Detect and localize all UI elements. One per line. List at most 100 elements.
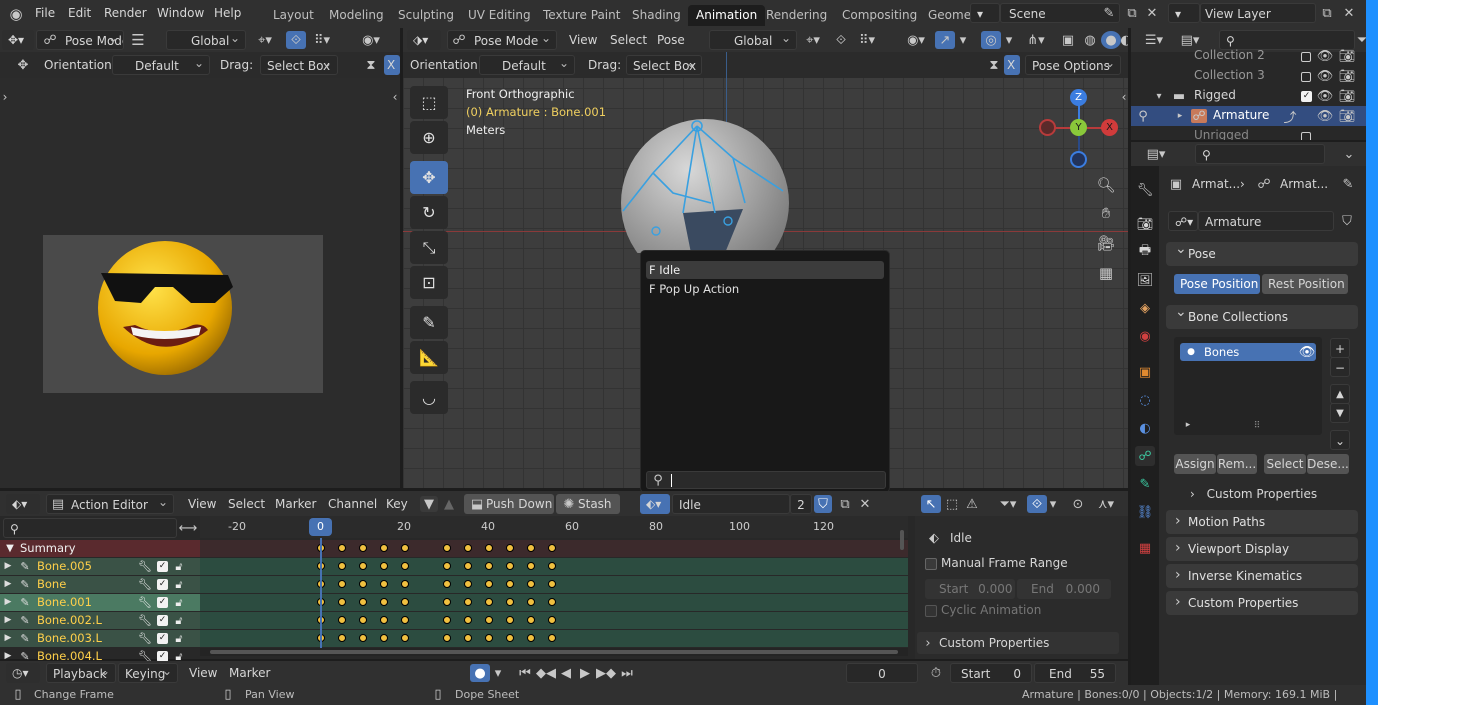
channel-search-field[interactable]: ⚲	[3, 518, 177, 538]
relax-tool[interactable]: ◡	[410, 381, 448, 414]
keyframe[interactable]	[548, 616, 556, 624]
eye-icon[interactable]: 👁︎	[1317, 88, 1334, 104]
play-reverse-icon[interactable]: ◀	[557, 664, 575, 682]
channel-expand-icon[interactable]: ▶	[3, 558, 13, 575]
summary-channel[interactable]: Summary	[0, 540, 200, 557]
xray-toggle-icon[interactable]: ▣	[1059, 32, 1077, 48]
keyframe[interactable]	[401, 580, 409, 588]
pivot-point-icon[interactable]: ⌖▾	[254, 32, 276, 48]
pose-options-dropdown[interactable]: Pose Options	[1025, 55, 1121, 75]
deselect-button[interactable]: Dese...	[1307, 454, 1349, 474]
workspace-tab-modeling[interactable]: Modeling	[321, 5, 392, 26]
include-checkbox[interactable]: ✓	[1301, 91, 1312, 102]
keyframe[interactable]	[443, 562, 451, 570]
exclude-checkbox[interactable]	[1301, 52, 1311, 62]
workspace-tab-animation[interactable]: Animation	[688, 5, 766, 26]
keyframe[interactable]	[401, 562, 409, 570]
main-visibility-icon[interactable]: ◉▾	[901, 32, 931, 48]
play-icon[interactable]: ▶	[576, 664, 594, 682]
hamburger-menu-icon[interactable]: ☰	[130, 31, 146, 49]
custom-properties-subpanel[interactable]: › Custom Properties	[1190, 487, 1317, 501]
keyframe[interactable]	[359, 616, 367, 624]
add-bone-collection-button[interactable]: +	[1330, 338, 1350, 358]
remove-bone-collection-button[interactable]: −	[1330, 357, 1350, 377]
zoom-icon[interactable]: 🔍︎	[1095, 174, 1117, 196]
action-name-field[interactable]: Idle	[672, 494, 790, 514]
main-pivot-point-icon[interactable]: ⌖▾	[801, 32, 825, 48]
armature-data-tab-icon[interactable]: ☍	[1135, 446, 1155, 466]
new-scene-icon[interactable]: ⧉	[1123, 4, 1141, 22]
frame-end-field[interactable]: End 0.000	[1017, 579, 1111, 599]
cyclic-animation-checkbox[interactable]	[925, 605, 937, 617]
menu-render[interactable]: Render	[104, 3, 147, 23]
pin-icon[interactable]: ✎	[1100, 4, 1118, 22]
jump-next-keyframe-icon[interactable]: ▶◆	[596, 664, 616, 682]
view-layer-tab-icon[interactable]: 🖼︎	[1135, 270, 1155, 290]
keyframe[interactable]	[359, 580, 367, 588]
scale-tool[interactable]: ⤡	[410, 231, 448, 264]
keyframe[interactable]	[485, 634, 493, 642]
timeline-ruler[interactable]	[200, 516, 908, 538]
workspace-tab-uv-editing[interactable]: UV Editing	[460, 5, 539, 26]
camera-view-icon[interactable]: 🎥︎	[1095, 232, 1117, 254]
left-viewport[interactable]: ✥▾ Pose Mode ☍ ☰ Global ⌖▾ ⟐ ⠿▾ ◉▾ ✥ Ori…	[0, 28, 400, 488]
gizmo-dropdown-icon[interactable]: ▾	[957, 32, 969, 48]
channel-expand-icon[interactable]: ▶	[3, 576, 13, 593]
gizmo-neg-x-button[interactable]	[1039, 119, 1056, 136]
camera-icon[interactable]: 📷︎	[1339, 88, 1356, 104]
channel-expand-icon[interactable]: ▶	[3, 594, 13, 611]
keyframe[interactable]	[506, 616, 514, 624]
pose-position-button[interactable]: Pose Position	[1174, 274, 1260, 294]
rest-position-button[interactable]: Rest Position	[1262, 274, 1348, 294]
material-shading-icon[interactable]: ◐	[1120, 32, 1128, 48]
jump-start-icon[interactable]: ⏮	[515, 664, 535, 682]
snap-toggle-icon[interactable]: ⟐	[286, 31, 306, 49]
keyframe[interactable]	[506, 562, 514, 570]
filter-icon[interactable]: ⏷▾	[993, 495, 1023, 513]
outliner-row-rigged[interactable]: ▾ ▬ Rigged ✓ 👁︎ 📷︎	[1131, 86, 1366, 106]
proportional-edit-icon[interactable]: ⊙	[1069, 495, 1087, 513]
rotate-tool[interactable]: ↻	[410, 196, 448, 229]
channel-row[interactable]: ▶ ✎ Bone.005 🔧︎ ✓ 🔓︎	[0, 558, 200, 575]
armature-data-browse[interactable]: ☍▾	[1168, 211, 1198, 231]
keyframe[interactable]	[359, 634, 367, 642]
new-view-layer-icon[interactable]: ⧉	[1318, 4, 1336, 22]
timeline-menu-view[interactable]: View	[189, 663, 217, 683]
keyframe[interactable]	[506, 544, 514, 552]
hscroll-thumb[interactable]	[210, 650, 898, 654]
camera-icon[interactable]: 📷︎	[1339, 68, 1356, 84]
blender-logo-icon[interactable]: ◉	[6, 4, 26, 24]
manual-frame-range-checkbox[interactable]	[925, 558, 937, 570]
keyframe[interactable]	[401, 598, 409, 606]
main-menu-pose[interactable]: Pose	[657, 30, 685, 50]
keyframe[interactable]	[380, 580, 388, 588]
channel-mute-checkbox[interactable]: ✓	[157, 633, 168, 644]
falloff-icon[interactable]: ⋏▾	[1091, 495, 1121, 513]
gizmo-z-button[interactable]: Z	[1070, 89, 1087, 106]
select-box-tool[interactable]: ⬚	[410, 86, 448, 119]
properties-pin-icon[interactable]: ✎	[1340, 176, 1356, 192]
eye-icon[interactable]: 👁︎	[1317, 68, 1334, 84]
keyframe[interactable]	[485, 562, 493, 570]
dopesheet-menu-select[interactable]: Select	[228, 494, 265, 514]
gizmo-y-button[interactable]: Y	[1070, 119, 1087, 136]
timeline-menu-marker[interactable]: Marker	[229, 663, 270, 683]
menu-help[interactable]: Help	[214, 3, 241, 23]
bone-collection-item-bones[interactable]: Bones	[1180, 343, 1316, 361]
editor-type-button[interactable]: ✥▾	[2, 30, 34, 50]
preview-range-icon[interactable]: ⏱	[927, 664, 945, 682]
bone-constraints-tab-icon[interactable]: ⛓	[1135, 502, 1155, 522]
keyframe[interactable]	[464, 580, 472, 588]
current-frame-field[interactable]: 0	[846, 663, 918, 683]
render-tab-icon[interactable]: 📷︎	[1135, 214, 1155, 234]
bone-tab-icon[interactable]: ✎	[1135, 474, 1155, 494]
keyframe[interactable]	[548, 598, 556, 606]
keyframe[interactable]	[485, 598, 493, 606]
bone-collection-visibility-icon[interactable]: 👁︎	[1299, 344, 1316, 360]
properties-search-field[interactable]: ⚲	[1195, 144, 1325, 164]
gizmo-neg-z-button[interactable]	[1070, 151, 1087, 168]
outliner-row-collection-3[interactable]: Collection 3 👁︎ 📷︎	[1131, 66, 1366, 86]
keyframe[interactable]	[359, 562, 367, 570]
keyframe[interactable]	[464, 562, 472, 570]
main-x-mirror-toggle[interactable]: X	[1004, 55, 1020, 75]
